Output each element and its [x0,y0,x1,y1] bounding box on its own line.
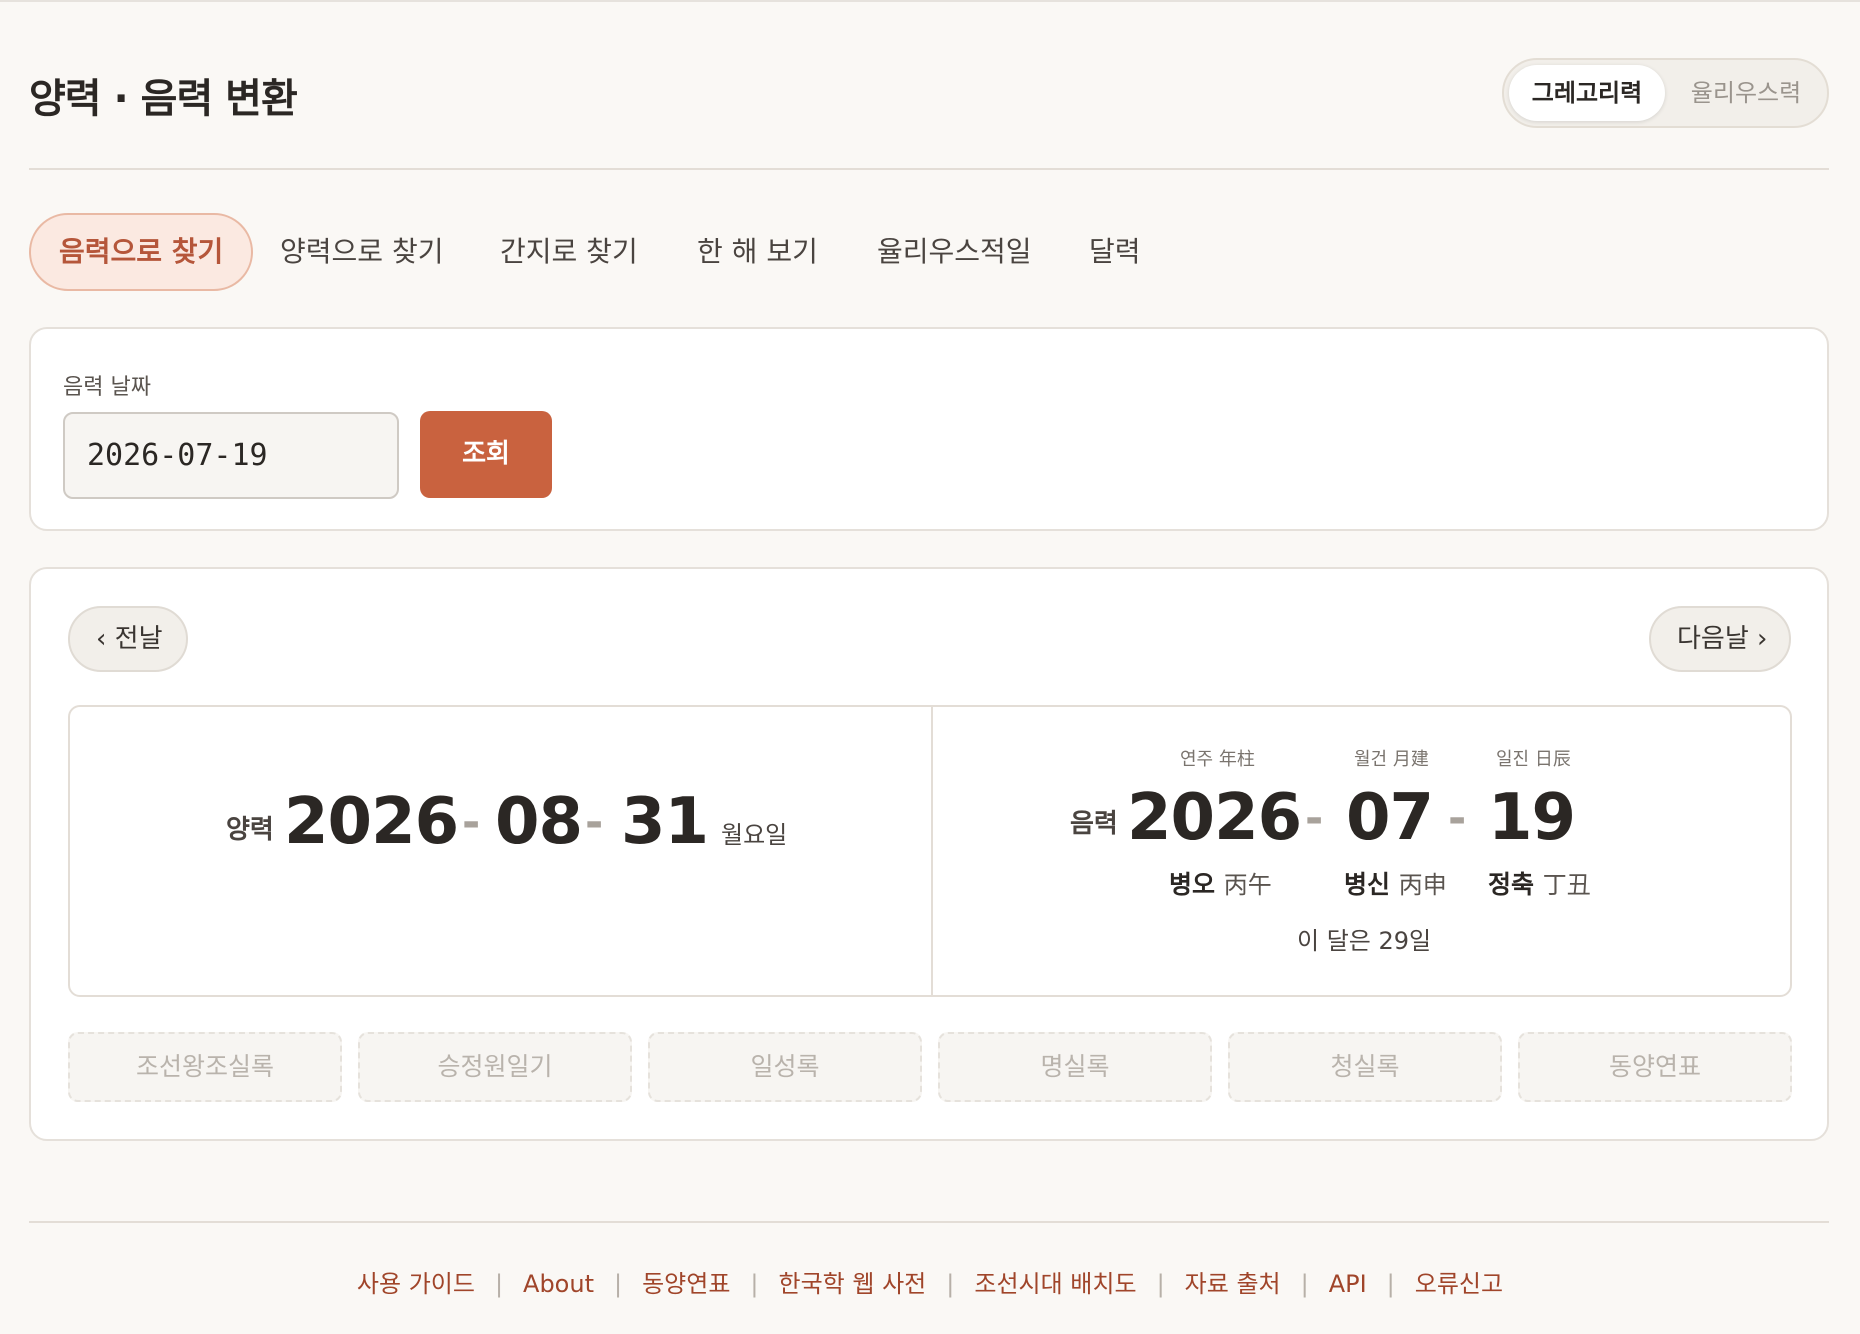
date-cards: 양력 2026 - 08 - 31 월요일 연주 年柱 월건 月建 일진 日辰 … [68,705,1792,997]
header: 양력 · 음력 변환 그레고리력 율리우스력 [29,58,1829,130]
tab-lunar-search[interactable]: 음력으로 찾기 [29,213,254,291]
header-divider [29,168,1829,170]
lunar-year: 2026 [1127,781,1302,855]
footer-link-layout-map[interactable]: 조선시대 배치도 [974,1270,1136,1298]
footer-link-dictionary[interactable]: 한국학 웹 사전 [779,1270,927,1298]
year-ganji: 병오 丙午 [1169,870,1272,899]
solar-sep: - [462,797,481,848]
footer-link-about[interactable]: About [523,1270,594,1298]
lunar-sep: - [1305,793,1324,844]
source-joseon-sillok[interactable]: 조선왕조실록 [68,1032,342,1102]
day-ganji: 정축 丁丑 [1488,870,1591,899]
source-ming-sillok[interactable]: 명실록 [938,1032,1212,1102]
lunar-date-label: 음력 날짜 [63,375,151,400]
lunar-month: 07 [1346,781,1434,855]
tab-solar-search[interactable]: 양력으로 찾기 [280,213,443,291]
footer-link-guide[interactable]: 사용 가이드 [357,1270,475,1298]
toggle-gregorian[interactable]: 그레고리력 [1509,65,1665,121]
footer-link-api[interactable]: API [1329,1270,1367,1298]
month-ganji: 병신 丙申 [1344,870,1447,899]
footer-link-sources[interactable]: 자료 출처 [1185,1270,1281,1298]
solar-weekday: 월요일 [721,821,788,849]
input-panel: 음력 날짜 2026-07-19 조회 [29,327,1829,531]
solar-month: 08 [495,785,583,859]
solar-day: 31 [621,785,709,859]
footer-separator: | [1300,1270,1309,1298]
year-pillar-head: 연주 年柱 [1180,749,1255,770]
lunar-label: 음력 [1070,809,1118,839]
tab-julian-day[interactable]: 율리우스적일 [877,213,1032,291]
footer-separator: | [1386,1270,1395,1298]
source-qing-sillok[interactable]: 청실록 [1228,1032,1502,1102]
tab-year-view[interactable]: 한 해 보기 [697,213,818,291]
solar-date-card: 양력 2026 - 08 - 31 월요일 [70,785,931,865]
footer-separator: | [614,1270,623,1298]
tab-calendar[interactable]: 달력 [1089,213,1141,291]
month-length: 이 달은 29일 [1297,927,1432,955]
day-pillar-head: 일진 日辰 [1496,749,1571,770]
solar-label: 양력 [226,815,274,845]
lunar-date-input[interactable]: 2026-07-19 [63,412,399,499]
tab-ganji-search[interactable]: 간지로 찾기 [500,213,638,291]
lunar-sep: - [1448,793,1467,844]
footer-divider [29,1221,1829,1223]
top-border [0,0,1860,2]
footer-separator: | [1156,1270,1165,1298]
solar-sep: - [585,797,604,848]
footer-separator: | [494,1270,504,1298]
source-seungjeongwon-ilgi[interactable]: 승정원일기 [358,1032,632,1102]
result-panel: ‹ 전날 다음날 › 양력 2026 - 08 - 31 월요일 연주 年柱 월… [29,567,1829,1141]
toggle-julian[interactable]: 율리우스력 [1670,65,1822,121]
footer-separator: | [946,1270,955,1298]
lunar-date-card: 연주 年柱 월건 月建 일진 日辰 음력 2026 - 07 - 19 병오 丙… [933,707,1794,995]
footer-link-yeonpyo[interactable]: 동양연표 [642,1270,730,1298]
prev-day-button[interactable]: ‹ 전날 [68,606,188,672]
source-dongyang-yeonpyo[interactable]: 동양연표 [1518,1032,1792,1102]
tab-bar: 음력으로 찾기 양력으로 찾기 간지로 찾기 한 해 보기 율리우스적일 달력 [29,213,1429,291]
footer-link-report[interactable]: 오류신고 [1415,1270,1503,1298]
solar-year: 2026 [284,785,459,859]
footer-separator: | [750,1270,759,1298]
lunar-day: 19 [1488,781,1576,855]
next-day-button[interactable]: 다음날 › [1649,606,1791,672]
footer: 사용 가이드 | About | 동양연표 | 한국학 웹 사전 | 조선시대 배치도 | 자료 출… [0,1264,1860,1304]
source-ilseongnok[interactable]: 일성록 [648,1032,922,1102]
page-title: 양력 · 음력 변환 [29,76,298,122]
month-pillar-head: 월건 月建 [1354,749,1429,770]
calendar-system-toggle: 그레고리력 율리우스력 [1502,58,1829,128]
query-button[interactable]: 조회 [420,411,552,498]
source-links: 조선왕조실록 승정원일기 일성록 명실록 청실록 동양연표 [68,1032,1792,1104]
